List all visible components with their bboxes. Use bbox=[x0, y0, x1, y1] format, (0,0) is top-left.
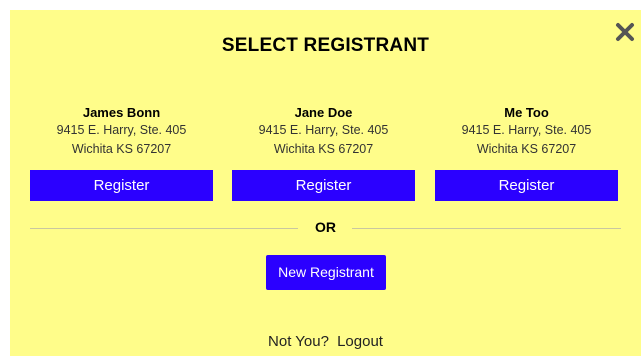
registrant-card-3: Me Too 9415 E. Harry, Ste. 405 Wichita K… bbox=[435, 104, 618, 201]
registrant-name: Jane Doe bbox=[294, 105, 353, 120]
new-registrant-button[interactable]: New Registrant bbox=[266, 255, 386, 290]
select-registrant-dialog: SELECT REGISTRANT James Bonn 9415 E. Har… bbox=[10, 10, 641, 356]
registrant-address-line1: 9415 E. Harry, Ste. 405 bbox=[56, 123, 187, 137]
logout-link[interactable]: Logout bbox=[337, 333, 383, 350]
footer: Not You? Logout bbox=[10, 333, 641, 350]
registrant-address-line1: 9415 E. Harry, Ste. 405 bbox=[461, 123, 592, 137]
registrant-name: James Bonn bbox=[82, 105, 161, 120]
registrant-address-line1: 9415 E. Harry, Ste. 405 bbox=[258, 123, 389, 137]
registrant-address-line2: Wichita KS 67207 bbox=[71, 142, 172, 156]
or-label: OR bbox=[315, 219, 336, 235]
not-you-text: Not You? bbox=[268, 333, 329, 350]
registrant-card-2: Jane Doe 9415 E. Harry, Ste. 405 Wichita… bbox=[232, 104, 415, 201]
register-button-3[interactable]: Register bbox=[435, 170, 618, 201]
registrant-card-1: James Bonn 9415 E. Harry, Ste. 405 Wichi… bbox=[30, 104, 213, 201]
registrant-name: Me Too bbox=[504, 105, 549, 120]
register-button-1[interactable]: Register bbox=[30, 170, 213, 201]
dialog-title: SELECT REGISTRANT bbox=[221, 35, 430, 56]
or-separator: OR bbox=[30, 218, 621, 238]
registrant-address-line2: Wichita KS 67207 bbox=[273, 142, 374, 156]
register-button-2[interactable]: Register bbox=[232, 170, 415, 201]
registrant-address-line2: Wichita KS 67207 bbox=[476, 142, 577, 156]
